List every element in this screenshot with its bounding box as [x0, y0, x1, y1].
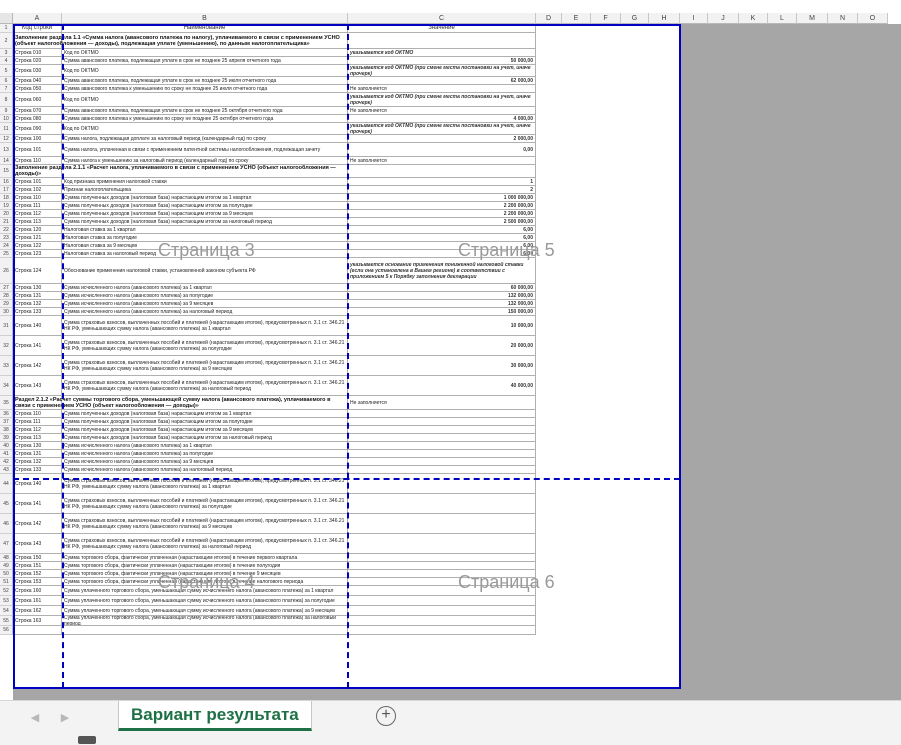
watermark-page-3: Страница 3 [158, 240, 255, 260]
column-header-i[interactable]: I [680, 13, 708, 24]
column-header-h[interactable]: H [649, 13, 680, 24]
row-header[interactable]: 24 [0, 242, 13, 250]
row-header[interactable]: 56 [0, 626, 13, 635]
column-header-a[interactable]: A [13, 13, 62, 24]
row-header[interactable]: 6 [0, 77, 13, 85]
row-header[interactable]: 53 [0, 596, 13, 606]
row-header[interactable]: 22 [0, 226, 13, 234]
watermark-page-4: Страница 4 [158, 572, 255, 592]
watermark-page-6: Страница 6 [458, 572, 555, 592]
scroll-right-icon[interactable]: ▶ [60, 712, 70, 724]
row-header[interactable]: 28 [0, 292, 13, 300]
row-header[interactable]: 14 [0, 157, 13, 165]
scroll-left-icon[interactable]: ◀ [30, 712, 40, 724]
row-header[interactable]: 1 [0, 24, 13, 33]
row-header[interactable]: 27 [0, 284, 13, 292]
row-header[interactable]: 3 [0, 49, 13, 57]
sheet-tab-active[interactable]: Вариант результата [118, 701, 312, 731]
row-header[interactable]: 42 [0, 458, 13, 466]
row-header[interactable]: 52 [0, 586, 13, 596]
row-header[interactable]: 55 [0, 616, 13, 626]
row-header[interactable]: 32 [0, 336, 13, 356]
row-header[interactable]: 37 [0, 418, 13, 426]
row-header[interactable]: 16 [0, 178, 13, 186]
row-header[interactable]: 20 [0, 210, 13, 218]
worksheet[interactable]: ABCDEFGHIJKLMNO 1 Код строки Наименование З… [0, 0, 901, 700]
row-header[interactable]: 2 [0, 33, 13, 49]
row-header[interactable]: 51 [0, 578, 13, 586]
row-header[interactable]: 50 [0, 570, 13, 578]
row-header[interactable]: 34 [0, 376, 13, 396]
row-header[interactable]: 26 [0, 258, 13, 284]
outside-print-area [13, 688, 680, 700]
outside-print-area [680, 24, 901, 700]
row-header[interactable]: 31 [0, 316, 13, 336]
row-header[interactable]: 46 [0, 514, 13, 534]
row-header[interactable]: 23 [0, 234, 13, 242]
watermark-page-5: Страница 5 [458, 240, 555, 260]
row-header[interactable]: 49 [0, 562, 13, 570]
row-header[interactable]: 41 [0, 450, 13, 458]
row-header[interactable]: 12 [0, 135, 13, 143]
add-sheet-icon[interactable]: + [376, 706, 396, 726]
column-header-n[interactable]: N [828, 13, 858, 24]
column-header-m[interactable]: M [797, 13, 828, 24]
row-header[interactable]: 43 [0, 466, 13, 474]
column-header-b[interactable]: B [62, 13, 348, 24]
column-header-f[interactable]: F [591, 13, 621, 24]
row-header[interactable]: 47 [0, 534, 13, 554]
row-header[interactable]: 4 [0, 57, 13, 65]
row-header[interactable]: 9 [0, 107, 13, 115]
page-break-line [13, 478, 680, 480]
sheet-tab-label: Вариант результата [131, 704, 299, 724]
row-header[interactable]: 25 [0, 250, 13, 258]
row-header[interactable]: 44 [0, 474, 13, 494]
row-header[interactable]: 45 [0, 494, 13, 514]
select-all-corner[interactable] [0, 13, 13, 24]
row-header[interactable]: 17 [0, 186, 13, 194]
row-header[interactable]: 5 [0, 65, 13, 77]
column-header-g[interactable]: G [621, 13, 649, 24]
page-break-line [62, 24, 64, 688]
row-header[interactable]: 40 [0, 442, 13, 450]
row-header[interactable]: 29 [0, 300, 13, 308]
row-header[interactable]: 10 [0, 115, 13, 123]
row-header[interactable]: 39 [0, 434, 13, 442]
row-header[interactable]: 54 [0, 606, 13, 616]
page-break-line [347, 24, 349, 688]
column-header-c[interactable]: C [348, 13, 536, 24]
column-header-d[interactable]: D [536, 13, 562, 24]
column-header-l[interactable]: L [768, 13, 797, 24]
column-header-k[interactable]: K [739, 13, 768, 24]
row-header[interactable]: 48 [0, 554, 13, 562]
column-header-e[interactable]: E [562, 13, 591, 24]
row-header[interactable]: 38 [0, 426, 13, 434]
row-header[interactable]: 33 [0, 356, 13, 376]
row-header[interactable]: 11 [0, 123, 13, 135]
row-header[interactable]: 8 [0, 93, 13, 107]
row-header[interactable]: 36 [0, 410, 13, 418]
row-header[interactable]: 30 [0, 308, 13, 316]
row-header[interactable]: 15 [0, 165, 13, 178]
row-header[interactable]: 35 [0, 396, 13, 410]
row-header[interactable]: 13 [0, 143, 13, 157]
column-header-o[interactable]: O [858, 13, 888, 24]
column-header-j[interactable]: J [708, 13, 739, 24]
row-header[interactable]: 7 [0, 85, 13, 93]
row-header[interactable]: 18 [0, 194, 13, 202]
sheet-tab-bar: ◀ ▶ Вариант результата + [0, 700, 901, 745]
row-header[interactable]: 19 [0, 202, 13, 210]
row-header[interactable]: 21 [0, 218, 13, 226]
status-icon [78, 736, 96, 744]
